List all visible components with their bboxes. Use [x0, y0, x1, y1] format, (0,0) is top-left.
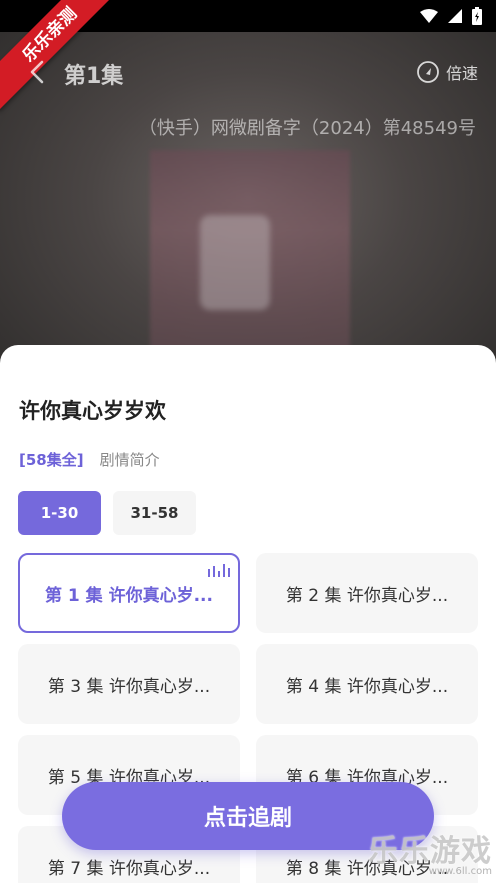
episode-card-1[interactable]: 第 1 集 许你真心岁...: [18, 553, 240, 633]
speed-dial-icon: [417, 61, 439, 83]
video-frame-highlight: [200, 215, 270, 310]
license-text: （快手）网微剧备字（2024）第48549号: [138, 118, 476, 139]
episode-label: 第 4 集 许你真心岁...: [285, 676, 449, 697]
now-playing-icon: [208, 564, 230, 577]
episode-label: 第 7 集 许你真心岁...: [47, 858, 211, 879]
episode-label: 第 3 集 许你真心岁...: [47, 676, 211, 697]
episode-label: 第 2 集 许你真心岁...: [285, 585, 449, 606]
episode-sheet: 许你真心岁岁欢 [58集全] 剧情简介 1-30 31-58 第 1 集 许你真…: [0, 345, 496, 883]
signal-icon: [448, 9, 462, 23]
episode-card-4[interactable]: 第 4 集 许你真心岁...: [256, 644, 478, 724]
watermark: 乐乐游戏 www.6ll.com: [368, 826, 492, 877]
episode-title: 第1集: [64, 64, 124, 89]
watermark-text: 乐乐游戏: [368, 834, 492, 869]
battery-icon: [472, 7, 482, 25]
speed-label: 倍速: [445, 64, 478, 83]
player-nav: 第1集 倍速: [0, 48, 496, 96]
tab-range-31-58[interactable]: 31-58: [113, 491, 196, 535]
back-arrow-icon[interactable]: [26, 60, 50, 84]
episode-count-badge: [58集全]: [19, 451, 84, 469]
tab-range-1-30[interactable]: 1-30: [18, 491, 101, 535]
drama-title: 许你真心岁岁欢: [19, 399, 166, 423]
speed-button[interactable]: 倍速: [416, 60, 478, 84]
episode-label: 第 1 集 许你真心岁...: [45, 585, 213, 606]
range-tabs: 1-30 31-58: [18, 491, 196, 535]
episode-card-3[interactable]: 第 3 集 许你真心岁...: [18, 644, 240, 724]
synopsis-link[interactable]: 剧情简介: [100, 449, 160, 470]
episode-card-2[interactable]: 第 2 集 许你真心岁...: [256, 553, 478, 633]
meta-row: [58集全] 剧情简介: [19, 449, 160, 470]
wifi-icon: [420, 9, 438, 23]
